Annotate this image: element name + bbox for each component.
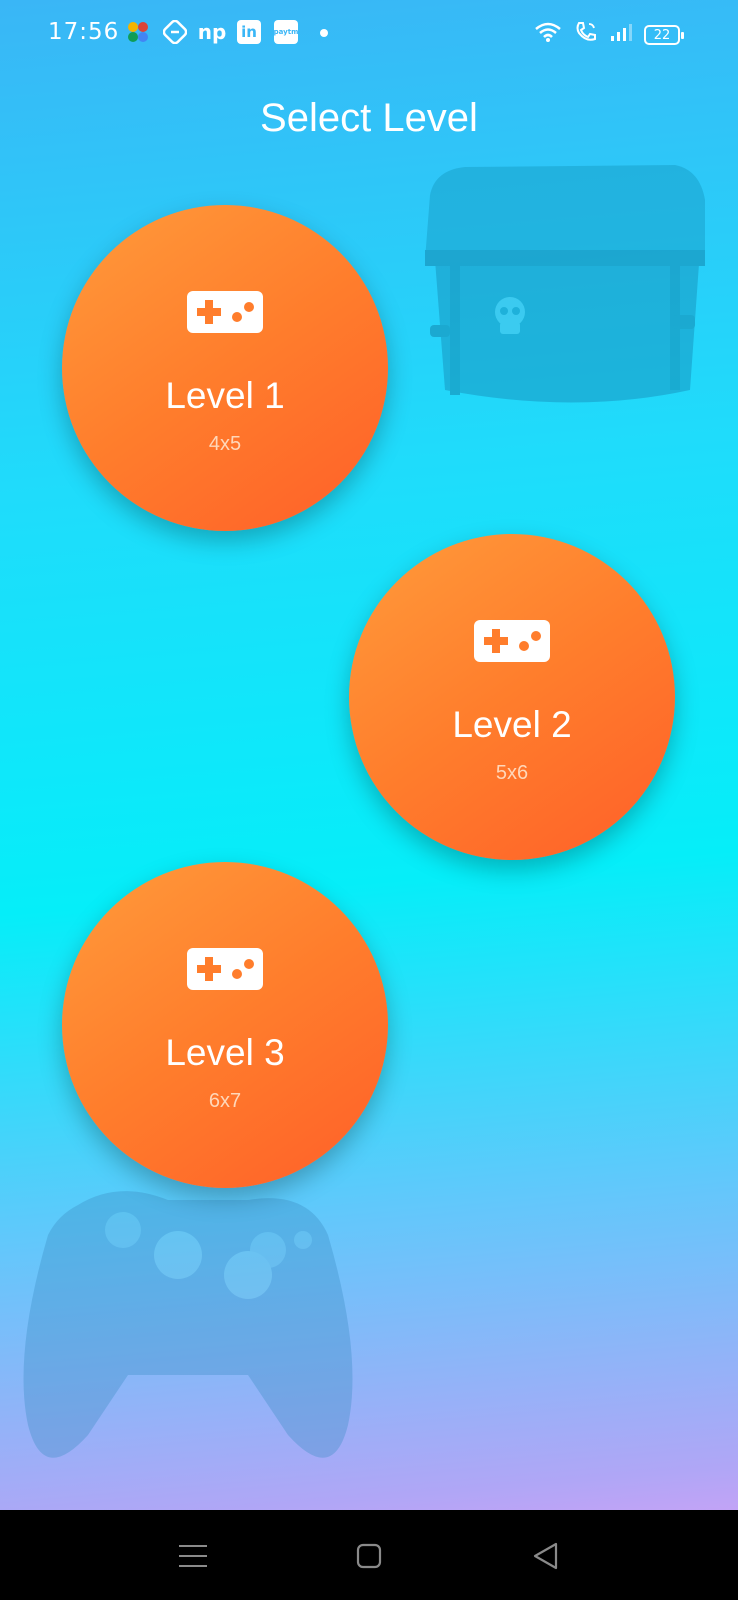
- photos-icon: [126, 20, 150, 44]
- notification-icons: np in paytm: [126, 20, 298, 44]
- more-notifications-dot: [320, 29, 328, 37]
- game-controller-illustration: [23, 1191, 353, 1458]
- status-time: 17:56: [48, 19, 120, 45]
- gamepad-icon: [187, 291, 263, 333]
- menu-icon[interactable]: [173, 1538, 213, 1574]
- back-icon[interactable]: [525, 1538, 565, 1574]
- battery-icon: 22: [644, 25, 684, 45]
- shield-app-icon: [163, 20, 187, 44]
- level-name: Level 1: [165, 375, 285, 416]
- page-title: Select Level: [260, 96, 478, 140]
- treasure-chest-illustration: [425, 165, 705, 403]
- level-2-button[interactable]: Level 2 5x6: [349, 534, 675, 860]
- level-grid-size: 5x6: [495, 762, 529, 784]
- level-grid-size: 6x7: [208, 1090, 242, 1112]
- level-1-button[interactable]: Level 1 4x5: [62, 205, 388, 531]
- system-icons: 22: [534, 20, 684, 50]
- system-nav-bar: [0, 1510, 738, 1600]
- level-grid-size: 4x5: [208, 433, 242, 455]
- wifi-calling-icon: [574, 20, 598, 50]
- status-bar: 17:56 np in paytm 22: [0, 0, 738, 66]
- home-icon[interactable]: [349, 1538, 389, 1574]
- level-name: Level 2: [452, 704, 572, 745]
- np-app-icon: np: [197, 20, 227, 44]
- wifi-icon: [534, 21, 562, 49]
- level-name: Level 3: [165, 1032, 285, 1073]
- linkedin-icon: in: [237, 20, 261, 44]
- gamepad-icon: [187, 948, 263, 990]
- paytm-icon: paytm: [274, 20, 298, 44]
- level-3-button[interactable]: Level 3 6x7: [62, 862, 388, 1188]
- signal-icon: [610, 22, 632, 48]
- gamepad-icon: [474, 620, 550, 662]
